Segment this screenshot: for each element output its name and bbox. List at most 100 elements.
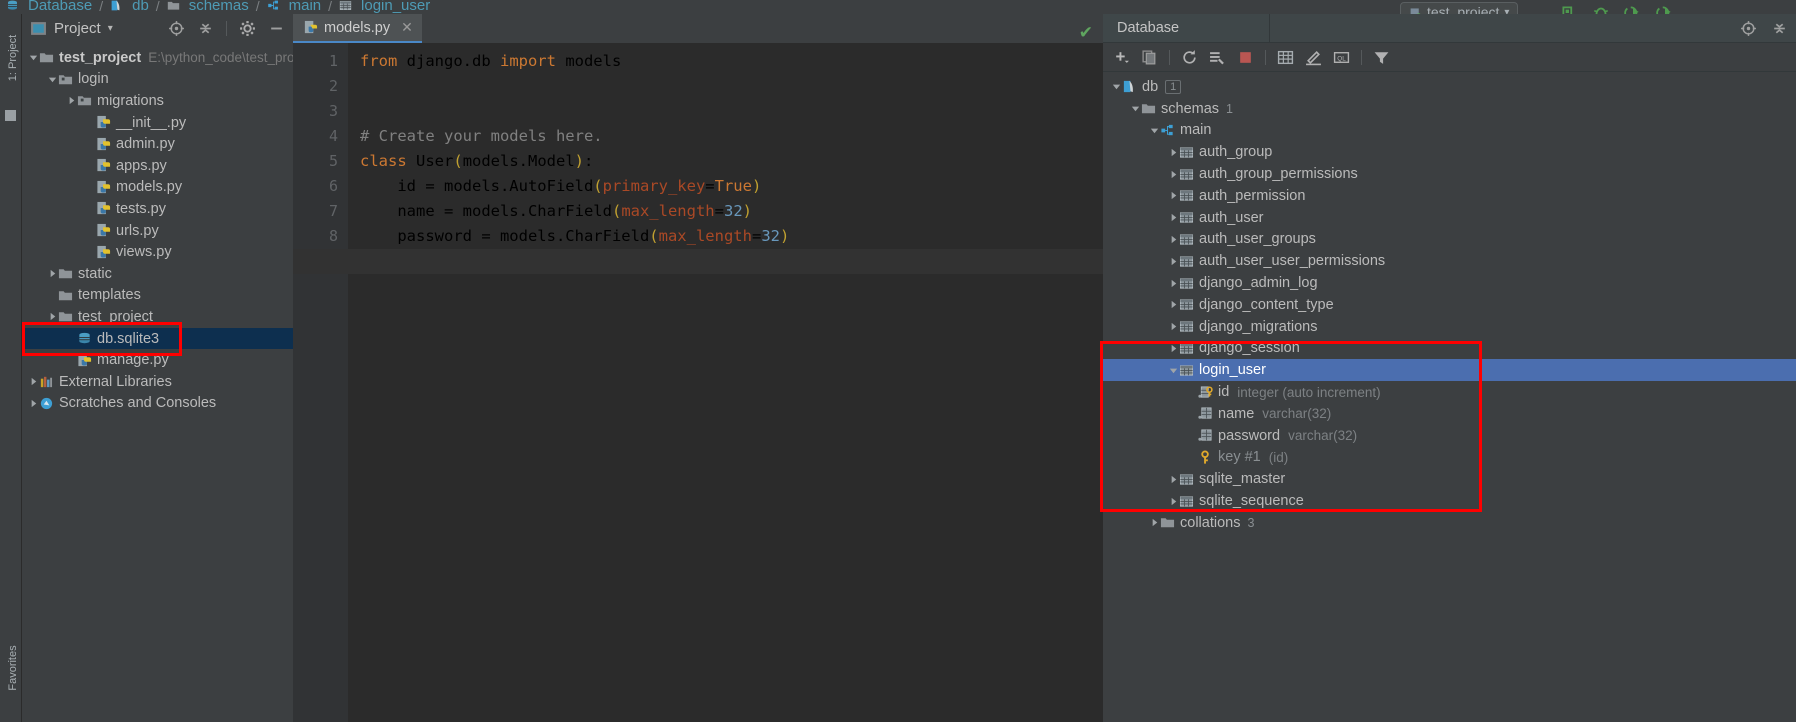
project-tree-row[interactable]: migrations [22, 90, 293, 112]
chevron-right-icon[interactable] [1168, 147, 1179, 158]
gear-icon[interactable] [239, 20, 256, 37]
code-line[interactable]: id = models.AutoField(primary_key=True) [360, 174, 1103, 199]
project-tree-row[interactable]: test_project E:\python_code\test_pro [22, 47, 295, 69]
project-tree-row[interactable]: login [22, 69, 293, 91]
database-tree-row[interactable]: auth_user_user_permissions [1103, 250, 1796, 272]
breadcrumb-item[interactable]: Database [6, 0, 92, 14]
chevron-right-icon[interactable] [1149, 517, 1160, 528]
jump-to-console-icon[interactable]: QL [1333, 49, 1350, 66]
code-line[interactable]: from django.db import models [360, 49, 1103, 74]
chevron-right-icon[interactable] [28, 376, 39, 387]
database-tree-row[interactable]: id integer (auto increment) [1103, 381, 1796, 403]
chevron-right-icon[interactable] [1168, 190, 1179, 201]
code-editor[interactable]: 123456789 from django.db import models #… [293, 43, 1103, 722]
chevron-right-icon[interactable] [1168, 256, 1179, 267]
chevron-right-icon[interactable] [1168, 278, 1179, 289]
collapse-all-icon[interactable] [197, 20, 214, 37]
chevron-right-icon[interactable] [1168, 496, 1179, 507]
tab-models-py[interactable]: models.py ✕ [293, 14, 422, 43]
project-tree-row[interactable]: models.py [22, 177, 293, 199]
database-tree-row[interactable]: django_content_type [1103, 294, 1796, 316]
chevron-right-icon[interactable] [1168, 321, 1179, 332]
chevron-right-icon[interactable] [1168, 234, 1179, 245]
chevron-right-icon[interactable] [1168, 343, 1179, 354]
chevron-down-icon[interactable] [1130, 103, 1141, 114]
project-tree-row[interactable]: tests.py [22, 198, 293, 220]
database-tree-row[interactable]: password varchar(32) [1103, 425, 1796, 447]
stop-icon[interactable] [1237, 49, 1254, 66]
database-tree-row[interactable]: collations 3 [1103, 512, 1796, 534]
project-tree-row[interactable]: __init__.py [22, 112, 293, 134]
project-tree-row[interactable]: views.py [22, 241, 293, 263]
database-tree-row[interactable]: name varchar(32) [1103, 403, 1796, 425]
database-tree-row[interactable]: sqlite_master [1103, 468, 1796, 490]
chevron-down-icon[interactable] [1149, 125, 1160, 136]
chevron-down-icon[interactable] [47, 74, 58, 85]
modify-icon[interactable] [1305, 49, 1322, 66]
database-tree-row[interactable]: db 1 [1103, 76, 1796, 98]
close-icon[interactable]: ✕ [401, 19, 413, 36]
project-tree-row[interactable]: admin.py [22, 133, 293, 155]
chevron-right-icon[interactable] [47, 311, 58, 322]
database-tree-row[interactable]: auth_user [1103, 207, 1796, 229]
database-tree-row[interactable]: key #1 (id) [1103, 447, 1796, 469]
code-line[interactable]: name = models.CharField(max_length=32) [360, 199, 1103, 224]
code-line[interactable]: password = models.CharField(max_length=3… [360, 224, 1103, 249]
structure-tool-icon[interactable] [5, 110, 16, 121]
database-tree-row[interactable]: schemas 1 [1103, 98, 1796, 120]
code-line[interactable] [360, 99, 1103, 124]
chevron-down-icon[interactable]: ▾ [108, 23, 113, 34]
chevron-right-icon[interactable] [1168, 169, 1179, 180]
chevron-right-icon[interactable] [1168, 212, 1179, 223]
locate-icon[interactable] [1740, 20, 1757, 37]
table-editor-icon[interactable] [1277, 49, 1294, 66]
locate-icon[interactable] [168, 20, 185, 37]
project-tree-row[interactable]: manage.py [22, 349, 293, 371]
breadcrumb-item[interactable]: schemas [167, 0, 249, 14]
chevron-down-icon[interactable] [28, 52, 39, 63]
collapse-all-icon[interactable] [1771, 20, 1788, 37]
breadcrumb-item[interactable]: main [267, 0, 321, 14]
refresh-icon[interactable] [1181, 49, 1198, 66]
tab-database[interactable]: Database [1103, 14, 1270, 43]
chevron-right-icon[interactable] [1168, 474, 1179, 485]
database-tree-row[interactable]: auth_user_groups [1103, 229, 1796, 251]
project-tree-label: urls.py [116, 222, 159, 239]
database-tree-row[interactable]: django_session [1103, 338, 1796, 360]
chevron-right-icon[interactable] [66, 95, 77, 106]
database-tree-row[interactable]: auth_group_permissions [1103, 163, 1796, 185]
chevron-right-icon[interactable] [28, 398, 39, 409]
project-tree-row[interactable]: External Libraries [22, 371, 293, 393]
database-tree-row[interactable]: auth_permission [1103, 185, 1796, 207]
database-tree-row[interactable]: sqlite_sequence [1103, 490, 1796, 512]
project-tree-row[interactable]: apps.py [22, 155, 293, 177]
code-line[interactable]: class User(models.Model): [360, 149, 1103, 174]
project-tree-row[interactable]: static [22, 263, 293, 285]
code-content[interactable]: from django.db import models # Create yo… [348, 43, 1103, 722]
database-tree-row[interactable]: auth_group [1103, 141, 1796, 163]
database-tree-row[interactable]: main [1103, 120, 1796, 142]
copy-icon[interactable] [1141, 49, 1158, 66]
datasource-properties-icon[interactable] [1209, 49, 1226, 66]
project-tree-row[interactable]: Scratches and Consoles [22, 393, 293, 415]
add-icon[interactable] [1113, 49, 1130, 66]
database-tree-row[interactable]: login_user [1103, 359, 1796, 382]
chevron-right-icon[interactable] [47, 268, 58, 279]
project-tree-row[interactable]: urls.py [22, 220, 293, 242]
database-tree-row[interactable]: django_admin_log [1103, 272, 1796, 294]
chevron-right-icon[interactable] [1168, 299, 1179, 310]
tool-window-button-project[interactable]: 1: Project [7, 23, 19, 93]
database-tree-row[interactable]: django_migrations [1103, 316, 1796, 338]
chevron-down-icon[interactable] [1168, 365, 1179, 376]
project-tree-row[interactable]: db.sqlite3 [22, 327, 293, 350]
project-tree-row[interactable]: test_project [22, 306, 293, 328]
code-line[interactable] [360, 74, 1103, 99]
breadcrumb-item[interactable]: login_user [339, 0, 430, 14]
breadcrumb-item[interactable]: db [110, 0, 149, 14]
filter-icon[interactable] [1373, 49, 1390, 66]
tool-window-button-favorites[interactable]: Favorites [7, 633, 19, 703]
minimize-icon[interactable] [268, 20, 285, 37]
chevron-down-icon[interactable] [1111, 81, 1122, 92]
code-line[interactable]: # Create your models here. [360, 124, 1103, 149]
project-tree-row[interactable]: templates [22, 285, 293, 307]
